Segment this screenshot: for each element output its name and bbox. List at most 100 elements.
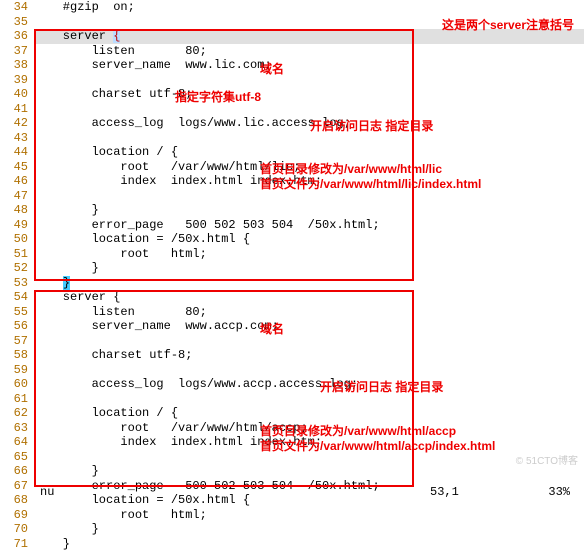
code-text: } [34, 276, 70, 291]
code-line[interactable]: 44 location / { [0, 145, 584, 160]
code-text: server_name www.accp.com; [34, 319, 279, 334]
line-number: 56 [0, 319, 34, 334]
line-number: 70 [0, 522, 34, 537]
anno-root-1b: 首页文件为/var/www/html/lic/index.html [260, 175, 481, 192]
code-text: root html; [34, 247, 207, 262]
code-line[interactable]: 59 [0, 363, 584, 378]
code-line[interactable]: 41 [0, 102, 584, 117]
anno-domain-2: 域名 [260, 320, 284, 337]
code-text: charset utf-8; [34, 348, 192, 363]
line-number: 54 [0, 290, 34, 305]
anno-root-2b: 首页文件为/var/www/html/accp/index.html [260, 437, 495, 454]
code-line[interactable]: 49 error_page 500 502 503 504 /50x.html; [0, 218, 584, 233]
watermark: © 51CTO博客 [516, 452, 578, 467]
code-text: location = /50x.html { [34, 232, 250, 247]
line-number: 39 [0, 73, 34, 88]
code-line[interactable]: 69 root html; [0, 508, 584, 523]
code-line[interactable]: 71 } [0, 537, 584, 551]
code-line[interactable]: 51 root html; [0, 247, 584, 262]
code-line[interactable]: 55 listen 80; [0, 305, 584, 320]
line-number: 37 [0, 44, 34, 59]
line-number: 71 [0, 537, 34, 551]
code-text: location = /50x.html { [34, 493, 250, 508]
anno-accesslog-2: 开启访问日志 指定目录 [320, 378, 443, 395]
line-number: 46 [0, 174, 34, 189]
code-line[interactable]: 62 location / { [0, 406, 584, 421]
code-line[interactable]: 61 [0, 392, 584, 407]
line-number: 62 [0, 406, 34, 421]
anno-charset-1: 指定字符集utf-8 [175, 88, 261, 105]
line-number: 35 [0, 15, 34, 30]
code-text: root html; [34, 508, 207, 523]
code-line[interactable]: 50 location = /50x.html { [0, 232, 584, 247]
code-text: } [34, 203, 99, 218]
code-line[interactable]: 34 #gzip on; [0, 0, 584, 15]
line-number: 44 [0, 145, 34, 160]
line-number: 69 [0, 508, 34, 523]
code-line[interactable]: 38 server_name www.lic.com; [0, 58, 584, 73]
line-number: 49 [0, 218, 34, 233]
code-line[interactable]: 53 } [0, 276, 584, 291]
anno-title: 这是两个server注意括号 [442, 16, 574, 33]
code-text: access_log logs/www.lic.access.log; [34, 116, 351, 131]
line-number: 40 [0, 87, 34, 102]
code-line[interactable]: 60 access_log logs/www.accp.access.log; [0, 377, 584, 392]
code-text: } [34, 261, 99, 276]
line-number: 63 [0, 421, 34, 436]
line-number: 65 [0, 450, 34, 465]
code-text: } [34, 537, 70, 551]
code-line[interactable]: 54 server { [0, 290, 584, 305]
anno-domain-1: 域名 [260, 60, 284, 77]
line-number: 47 [0, 189, 34, 204]
code-text: charset utf-8; [34, 87, 192, 102]
code-line[interactable]: 43 [0, 131, 584, 146]
line-number: 34 [0, 0, 34, 15]
code-text: listen 80; [34, 305, 207, 320]
code-text: location / { [34, 145, 178, 160]
code-text: access_log logs/www.accp.access.log; [34, 377, 358, 392]
line-number: 42 [0, 116, 34, 131]
line-number: 52 [0, 261, 34, 276]
code-text: } [34, 464, 99, 479]
code-line[interactable]: 40 charset utf-8; [0, 87, 584, 102]
line-number: 36 [0, 29, 34, 44]
code-line[interactable]: 66 } [0, 464, 584, 479]
code-line[interactable]: 58 charset utf-8; [0, 348, 584, 363]
line-number: 55 [0, 305, 34, 320]
line-number: 48 [0, 203, 34, 218]
code-text: server { [34, 290, 120, 305]
line-number: 66 [0, 464, 34, 479]
code-line[interactable]: 39 [0, 73, 584, 88]
line-number: 61 [0, 392, 34, 407]
code-line[interactable]: 48 } [0, 203, 584, 218]
code-text: server { [34, 29, 120, 44]
code-text: } [34, 522, 99, 537]
code-line[interactable]: 42 access_log logs/www.lic.access.log; [0, 116, 584, 131]
code-line[interactable]: 68 location = /50x.html { [0, 493, 584, 508]
line-number: 41 [0, 102, 34, 117]
line-number: 57 [0, 334, 34, 349]
code-line[interactable]: 37 listen 80; [0, 44, 584, 59]
code-text: error_page 500 502 503 504 /50x.html; [34, 479, 380, 494]
line-number: 43 [0, 131, 34, 146]
line-number: 59 [0, 363, 34, 378]
code-text: #gzip on; [34, 0, 135, 15]
code-line[interactable]: 52 } [0, 261, 584, 276]
code-editor[interactable]: 34 #gzip on;3536 server {37 listen 80;38… [0, 0, 584, 485]
code-line[interactable]: 67 error_page 500 502 503 504 /50x.html; [0, 479, 584, 494]
code-line[interactable]: 56 server_name www.accp.com; [0, 319, 584, 334]
line-number: 68 [0, 493, 34, 508]
line-number: 38 [0, 58, 34, 73]
code-line[interactable]: 57 [0, 334, 584, 349]
code-text: server_name www.lic.com; [34, 58, 272, 73]
line-number: 50 [0, 232, 34, 247]
line-number: 64 [0, 435, 34, 450]
line-number: 53 [0, 276, 34, 291]
line-number: 67 [0, 479, 34, 494]
line-number: 45 [0, 160, 34, 175]
code-line[interactable]: 70 } [0, 522, 584, 537]
code-text: error_page 500 502 503 504 /50x.html; [34, 218, 380, 233]
line-number: 51 [0, 247, 34, 262]
line-number: 60 [0, 377, 34, 392]
code-text: location / { [34, 406, 178, 421]
